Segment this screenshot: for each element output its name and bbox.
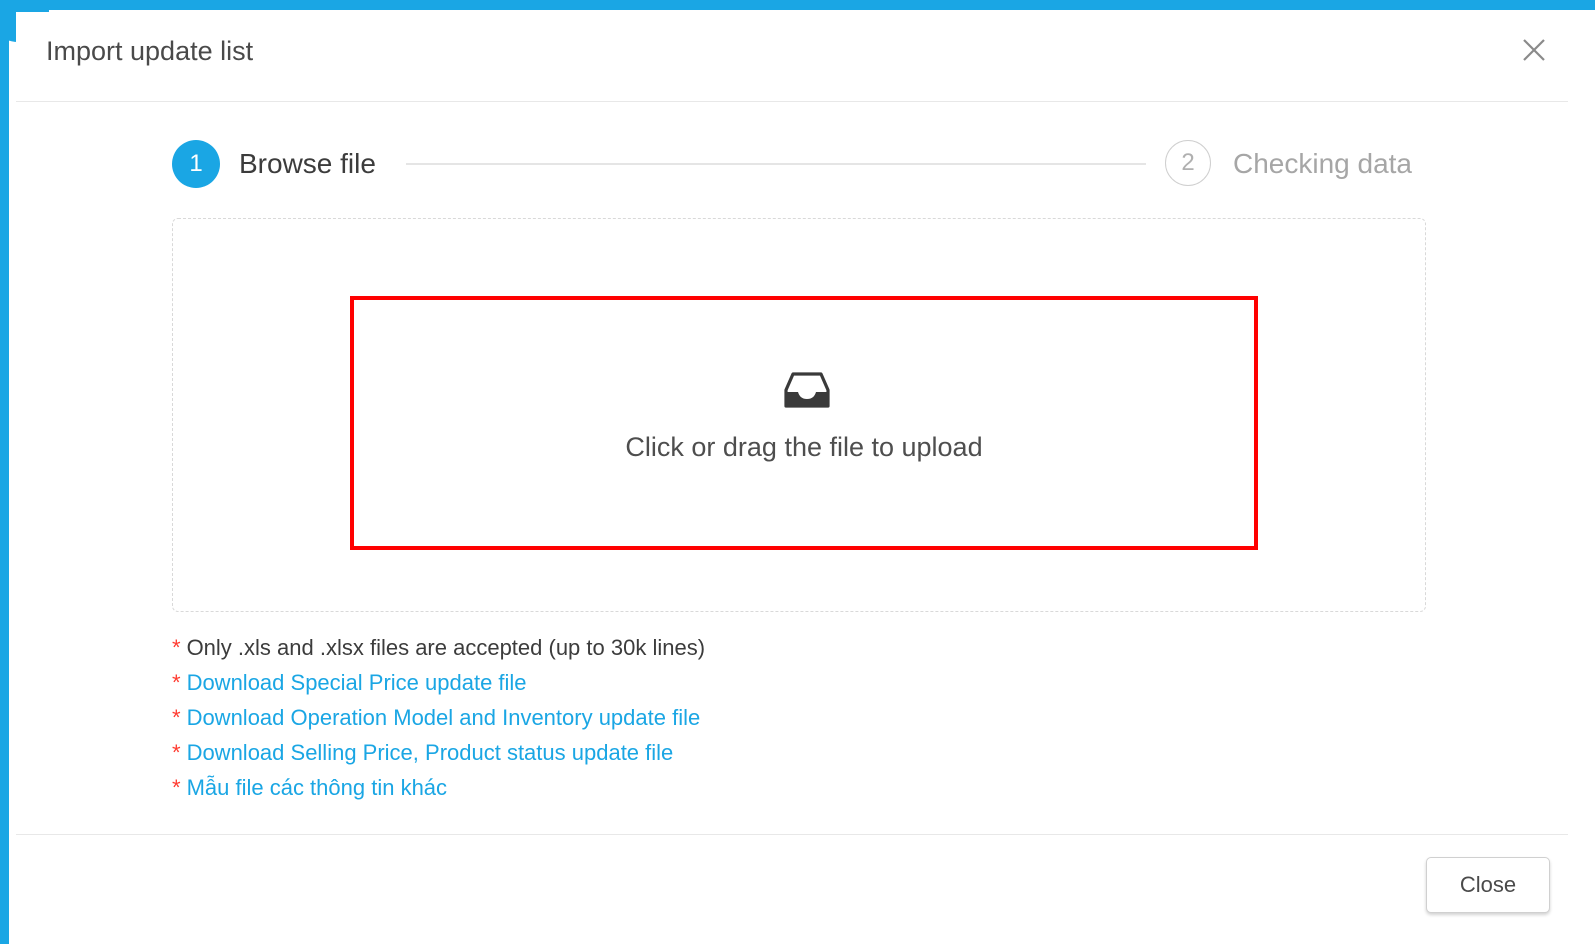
download-special-price-link[interactable]: Download Special Price update file (187, 670, 527, 695)
step-2-number: 2 (1165, 140, 1211, 186)
step-connector (406, 163, 1146, 165)
close-icon-glyph (1523, 39, 1545, 61)
modal-header: Import update list (16, 12, 1568, 102)
inbox-icon (784, 372, 830, 408)
step-2-label: Checking data (1233, 148, 1413, 179)
required-asterisk: * (172, 670, 181, 695)
note-operation-model: * Download Operation Model and Inventory … (172, 702, 1072, 737)
step-1-number: 1 (172, 140, 220, 188)
modal-footer: Close (16, 834, 1568, 945)
upload-instruction: Click or drag the file to upload (625, 432, 983, 462)
required-asterisk: * (172, 775, 181, 800)
required-asterisk: * (172, 740, 181, 765)
upload-area[interactable]: Click or drag the file to upload (350, 296, 1258, 550)
import-modal: Import update list 1 Browse file 2 Check… (16, 12, 1595, 944)
download-operation-model-link[interactable]: Download Operation Model and Inventory u… (187, 705, 701, 730)
accepted-files-text: Only .xls and .xlsx files are accepted (… (186, 635, 706, 660)
note-other-template: * Mẫu file các thông tin khác (172, 772, 1072, 807)
download-selling-price-link[interactable]: Download Selling Price, Product status u… (187, 740, 674, 765)
required-asterisk: * (172, 635, 181, 660)
required-asterisk: * (172, 705, 181, 730)
note-special-price: * Download Special Price update file (172, 667, 1072, 702)
steps-indicator: 1 Browse file 2 Checking data (172, 140, 1432, 188)
note-accepted-files: * Only .xls and .xlsx files are accepted … (172, 632, 1072, 667)
other-template-link[interactable]: Mẫu file các thông tin khác (187, 775, 447, 800)
close-icon[interactable] (1516, 32, 1552, 68)
close-button[interactable]: Close (1426, 857, 1550, 913)
note-selling-price: * Download Selling Price, Product status … (172, 737, 1072, 772)
modal-title: Import update list (46, 36, 254, 66)
step-1-label: Browse file (239, 148, 376, 179)
notes-list: * Only .xls and .xlsx files are accepted … (172, 632, 1072, 807)
